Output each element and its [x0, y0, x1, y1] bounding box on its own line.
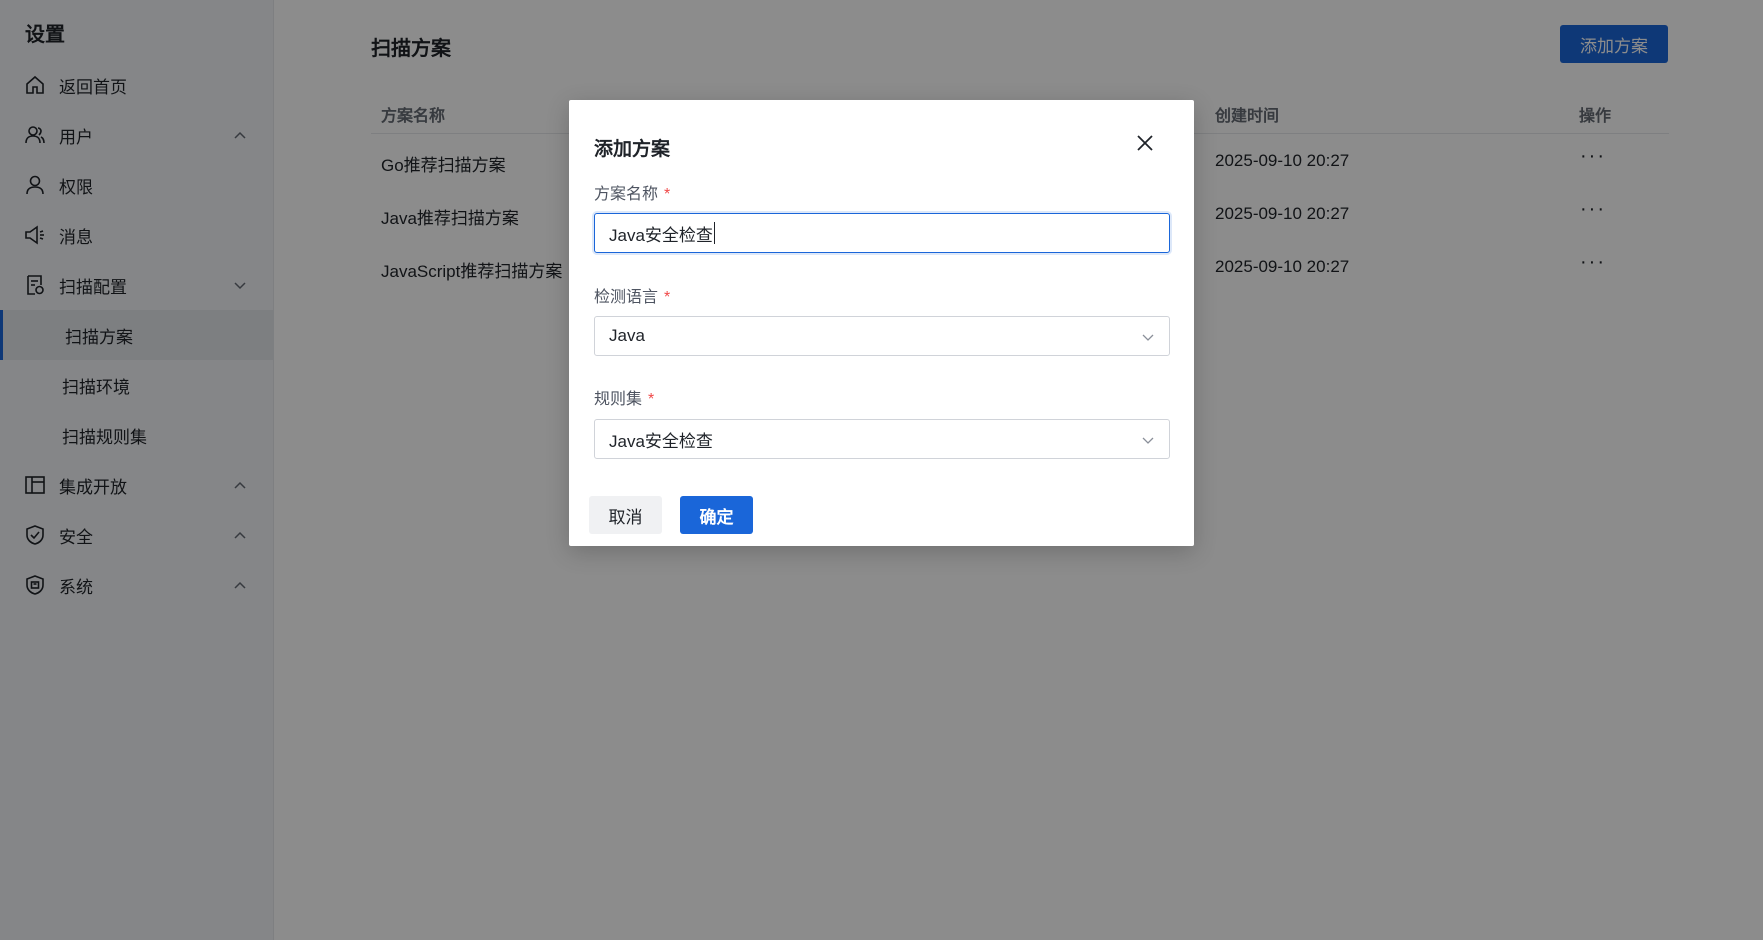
required-mark: * [664, 289, 671, 306]
text-caret [713, 222, 715, 244]
close-icon[interactable] [1134, 132, 1156, 154]
add-plan-dialog: 添加方案 方案名称 * Java安全检查 检测语言 * Java 规则集 * Java… [569, 100, 1194, 546]
confirm-button[interactable]: 确定 [680, 496, 753, 534]
dialog-title: 添加方案 [594, 139, 671, 160]
cancel-button[interactable]: 取消 [589, 496, 662, 534]
plan-name-label: 方案名称 * [594, 186, 671, 203]
language-label: 检测语言 * [594, 289, 671, 306]
ruleset-label: 规则集 * [594, 391, 655, 408]
ruleset-select[interactable]: Java安全检查 [594, 419, 1170, 459]
required-mark: * [664, 186, 671, 203]
required-mark: * [648, 391, 655, 408]
chevron-down-icon [1142, 437, 1154, 444]
plan-name-input[interactable]: Java安全检查 [594, 213, 1170, 253]
language-select[interactable]: Java [594, 316, 1170, 356]
chevron-down-icon [1142, 334, 1154, 341]
